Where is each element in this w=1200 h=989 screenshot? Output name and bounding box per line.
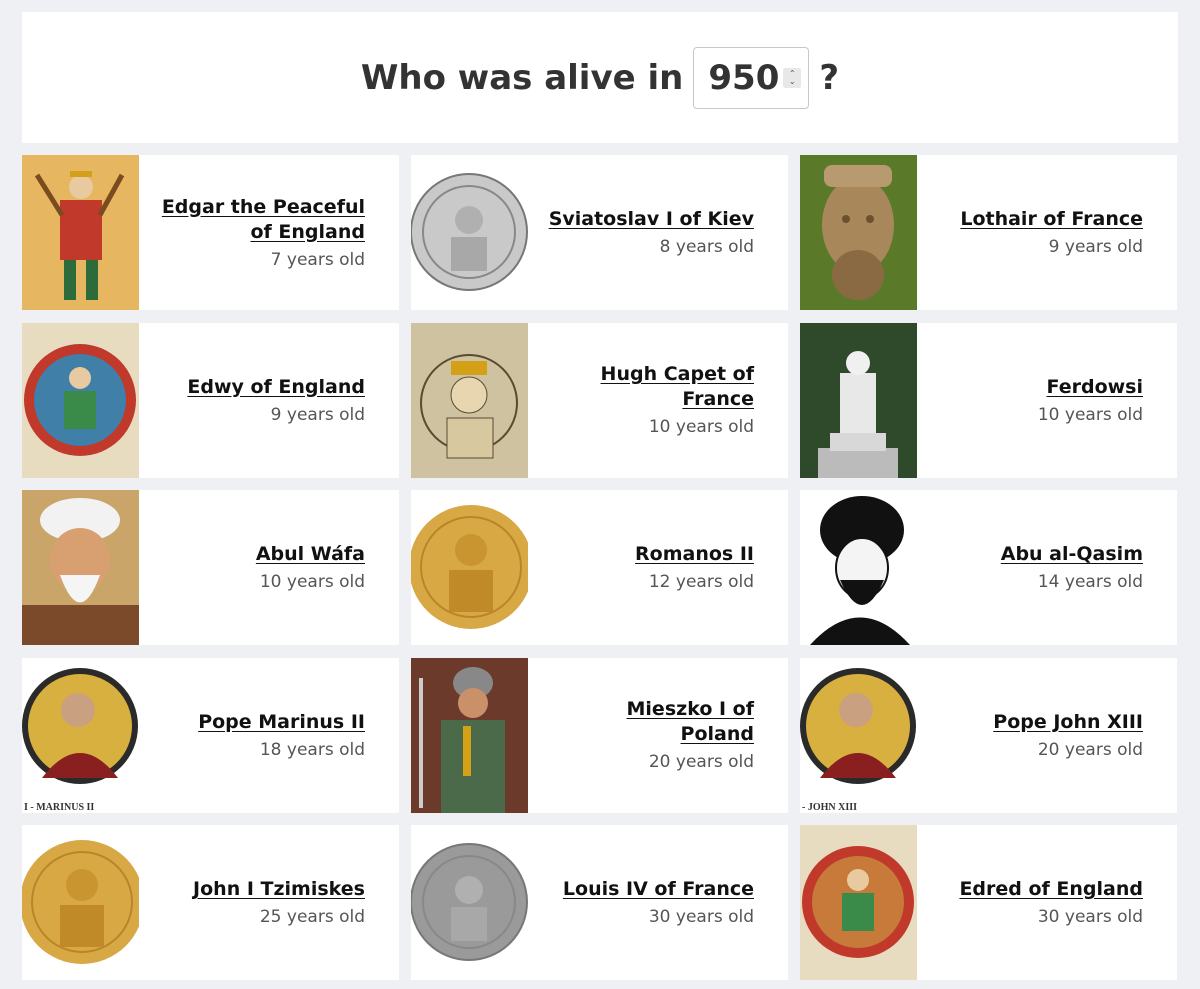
person-card[interactable]: Romanos II 12 years old	[411, 490, 788, 645]
portrait-image[interactable]	[22, 322, 139, 478]
person-age: 14 years old	[1037, 572, 1143, 592]
person-card[interactable]: - JOHN XIII Pope John XIII 20 years old	[800, 657, 1177, 813]
person-age: 30 years old	[648, 907, 754, 927]
year-value: 950	[708, 57, 780, 98]
person-name-link[interactable]: Pope John XIII	[993, 710, 1143, 735]
person-age: 20 years old	[648, 752, 754, 772]
person-name-link[interactable]: Ferdowsi	[1047, 375, 1144, 400]
person-name-link[interactable]: Abu al-Qasim	[1001, 542, 1143, 567]
person-card[interactable]: Lothair of France 9 years old	[800, 155, 1177, 310]
title-suffix: ?	[819, 57, 840, 98]
portrait-image[interactable]	[22, 825, 139, 980]
person-info: Louis IV of France 30 years old	[528, 825, 788, 980]
portrait-image[interactable]: I - MARINUS II	[22, 657, 139, 813]
year-input[interactable]: 950 ⌃ ⌄	[693, 46, 810, 109]
person-name-link[interactable]: Edred of England	[959, 877, 1143, 902]
page-header: Who was alive in 950 ⌃ ⌄ ?	[22, 12, 1178, 143]
person-card[interactable]: John I Tzimiskes 25 years old	[22, 825, 399, 980]
portrait-image[interactable]	[22, 155, 139, 310]
person-info: John I Tzimiskes 25 years old	[139, 825, 399, 980]
portrait-image[interactable]	[411, 322, 528, 478]
person-age: 9 years old	[270, 404, 365, 425]
person-name-link[interactable]: Edgar the Peaceful of England	[159, 195, 365, 245]
person-age: 30 years old	[1037, 907, 1143, 927]
person-age: 9 years old	[1048, 237, 1143, 257]
portrait-image[interactable]: - JOHN XIII	[800, 657, 917, 813]
person-card[interactable]: Edred of England 30 years old	[800, 825, 1177, 980]
portrait-image[interactable]	[411, 490, 528, 645]
person-age: 20 years old	[1037, 739, 1143, 760]
svg-text:- JOHN XIII: - JOHN XIII	[802, 802, 857, 813]
person-name-link[interactable]: Edwy of England	[187, 375, 365, 400]
person-name-link[interactable]: Pope Marinus II	[198, 710, 365, 735]
person-info: Mieszko I of Poland 20 years old	[528, 658, 788, 813]
svg-text:I - MARINUS II: I - MARINUS II	[24, 802, 94, 813]
person-name-link[interactable]: Abul Wáfa	[256, 542, 365, 567]
person-info: Sviatoslav I of Kiev 8 years old	[528, 155, 788, 310]
person-card[interactable]: Abul Wáfa 10 years old	[22, 490, 399, 645]
person-info: Lothair of France 9 years old	[917, 155, 1177, 310]
person-info: Romanos II 12 years old	[528, 490, 788, 645]
person-info: Pope John XIII 20 years old	[917, 658, 1177, 813]
person-card[interactable]: Ferdowsi 10 years old	[800, 322, 1177, 478]
person-name-link[interactable]: Romanos II	[635, 542, 754, 567]
person-age: 8 years old	[659, 237, 754, 257]
person-info: Pope Marinus II 18 years old	[139, 658, 399, 813]
page-title: Who was alive in 950 ⌃ ⌄ ?	[360, 46, 840, 109]
portrait-image[interactable]	[800, 322, 917, 478]
portrait-image[interactable]	[411, 155, 528, 310]
person-card[interactable]: Louis IV of France 30 years old	[411, 825, 788, 980]
person-card[interactable]: Abu al-Qasim 14 years old	[800, 490, 1177, 645]
portrait-image[interactable]	[800, 825, 917, 980]
person-name-link[interactable]: Lothair of France	[960, 207, 1143, 232]
person-info: Abul Wáfa 10 years old	[139, 490, 399, 645]
person-info: Ferdowsi 10 years old	[917, 323, 1177, 478]
portrait-image[interactable]	[22, 490, 139, 645]
person-card[interactable]: Sviatoslav I of Kiev 8 years old	[411, 155, 788, 310]
portrait-image[interactable]	[411, 657, 528, 813]
person-name-link[interactable]: Mieszko I of Poland	[548, 697, 754, 747]
person-info: Edwy of England 9 years old	[139, 323, 399, 478]
portrait-image[interactable]	[411, 825, 528, 980]
person-card[interactable]: Mieszko I of Poland 20 years old	[411, 657, 788, 813]
person-name-link[interactable]: John I Tzimiskes	[193, 877, 365, 902]
people-grid: Edgar the Peaceful of England 7 years old…	[22, 155, 1178, 980]
person-age: 10 years old	[648, 417, 754, 437]
person-age: 10 years old	[1037, 404, 1143, 425]
person-age: 25 years old	[259, 907, 365, 927]
person-name-link[interactable]: Sviatoslav I of Kiev	[549, 207, 754, 232]
person-info: Edred of England 30 years old	[917, 825, 1177, 980]
person-card[interactable]: Edgar the Peaceful of England 7 years old	[22, 155, 399, 310]
person-name-link[interactable]: Louis IV of France	[563, 877, 754, 902]
title-prefix: Who was alive in	[360, 57, 684, 98]
person-card[interactable]: Hugh Capet of France 10 years old	[411, 322, 788, 478]
person-info: Edgar the Peaceful of England 7 years old	[139, 155, 399, 310]
person-name-link[interactable]: Hugh Capet of France	[548, 362, 754, 412]
person-card[interactable]: Edwy of England 9 years old	[22, 322, 399, 478]
person-age: 10 years old	[259, 572, 365, 592]
person-age: 12 years old	[648, 572, 754, 592]
person-age: 7 years old	[270, 249, 365, 270]
person-card[interactable]: I - MARINUS II Pope Marinus II 18 years ol…	[22, 657, 399, 813]
chevron-down-icon[interactable]: ⌄	[789, 77, 796, 86]
portrait-image[interactable]	[800, 155, 917, 310]
portrait-image[interactable]	[800, 490, 917, 645]
person-info: Abu al-Qasim 14 years old	[917, 490, 1177, 645]
person-info: Hugh Capet of France 10 years old	[528, 323, 788, 478]
person-age: 18 years old	[259, 739, 365, 760]
year-stepper[interactable]: ⌃ ⌄	[783, 67, 802, 88]
